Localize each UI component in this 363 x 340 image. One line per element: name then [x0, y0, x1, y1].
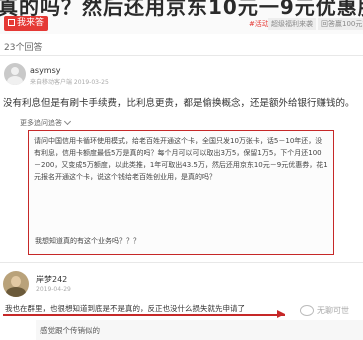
welfare-tag[interactable]: 超级福利来袭 [268, 18, 316, 30]
post-date: 2019-04-29 [36, 286, 71, 293]
username[interactable]: asymsy [30, 66, 61, 75]
pencil-icon [7, 19, 15, 26]
question-detail-box: 请问中国信用卡循环使用模式，给老百姓开通这个卡，全国只发10万张卡，话5－10年… [28, 130, 334, 255]
answer-text: 没有利息但是有刷卡手续费，比利息更贵，都是偷换概念，还是额外给银行赚钱的。 [3, 98, 355, 109]
reward-tag[interactable]: 回答赢100元京东 [318, 18, 363, 30]
highlight-underline [3, 314, 285, 316]
arrow-icon [277, 310, 285, 318]
question-detail-ask: 我想知道真的有这个业务吗？？？ [35, 237, 140, 245]
username[interactable]: 岸梦242 [36, 274, 67, 285]
chevron-down-icon [63, 117, 72, 126]
wechat-icon [300, 305, 314, 316]
question-detail-text: 请问中国信用卡循环使用模式，给老百姓开通这个卡，全国只发10万张卡，话5－10年… [34, 137, 328, 181]
post-meta: 来自移动客户端 2019-03-25 [30, 79, 109, 86]
answer-button[interactable]: 我来答 [4, 16, 48, 31]
divider [0, 55, 363, 56]
nested-reply: 感觉跟个传销似的 [36, 320, 363, 340]
question-title: 真的吗？然后还用京东10元一9元优惠服务 [0, 0, 363, 19]
answer-text: 我也在群里，也很想知道到底是不是真的，反正也没什么损失就先申请了 [5, 304, 245, 313]
watermark-text: 无聊可世 [317, 306, 349, 315]
avatar[interactable] [3, 271, 29, 297]
nested-reply-text: 感觉跟个传销似的 [40, 326, 100, 335]
avatar[interactable] [4, 63, 26, 85]
more-followups-label: 更多追问追答 [20, 119, 62, 127]
answer-button-label: 我来答 [16, 18, 44, 28]
answer-count: 23个回答 [4, 43, 43, 53]
more-followups-link[interactable]: 更多追问追答 [20, 117, 72, 128]
question-header: 真的吗？然后还用京东10元一9元优惠服务 我来答 #活动# 超级福利来袭 回答赢… [0, 0, 363, 34]
divider [0, 262, 363, 263]
watermark: 无聊可世 [300, 302, 362, 320]
